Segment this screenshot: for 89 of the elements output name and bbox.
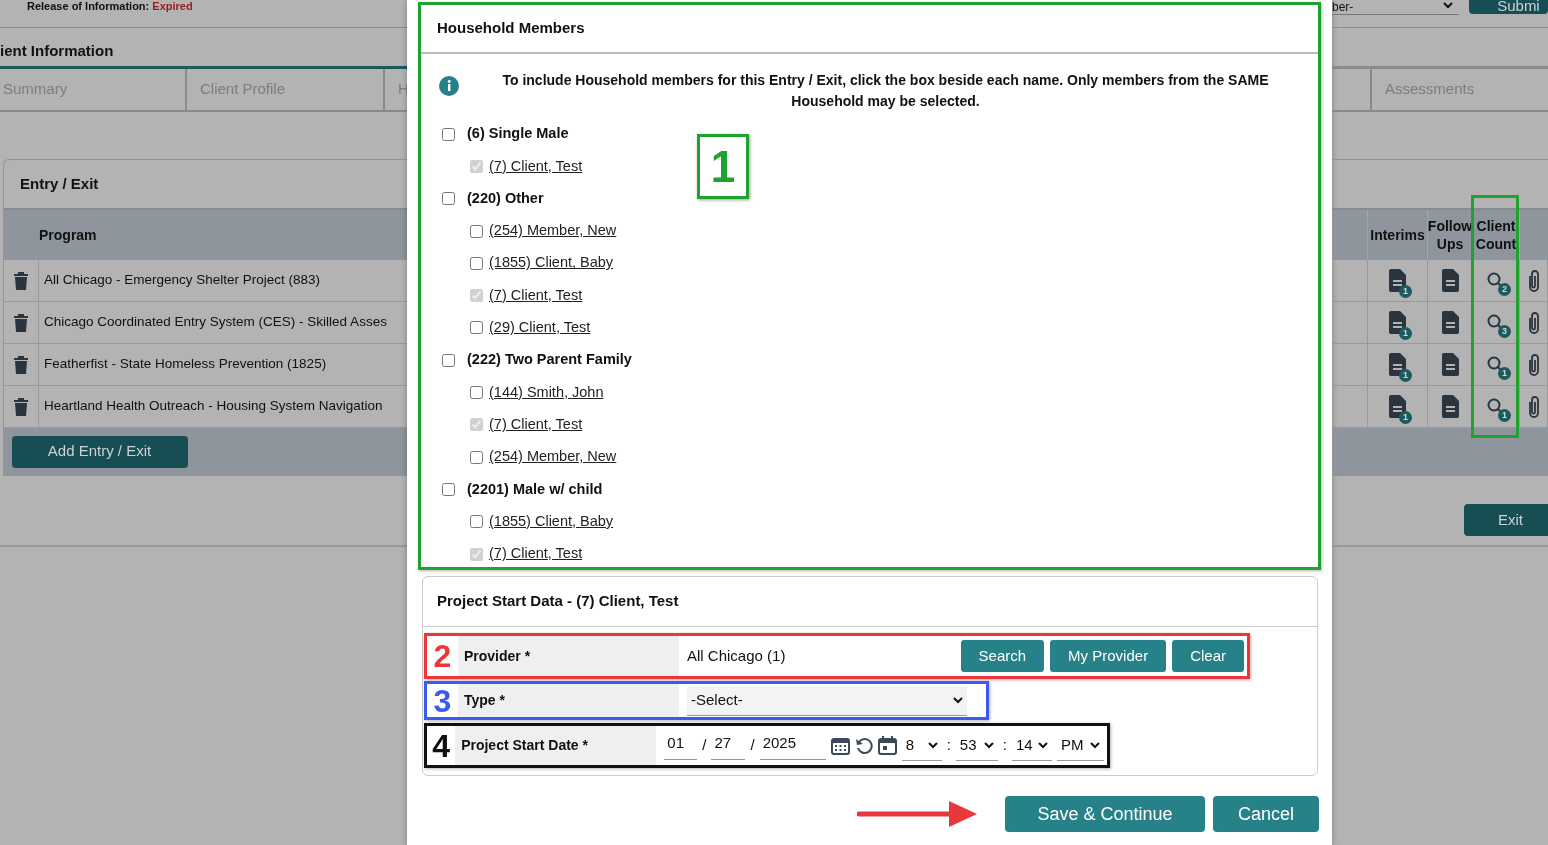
trash-icon[interactable]	[13, 312, 29, 333]
paperclip-icon[interactable]	[1526, 395, 1541, 418]
info-text: To include Household members for this Entry / Exit, click the box beside each name. Only members from the SAME Household may be selected.	[501, 71, 1270, 111]
document-icon[interactable]	[1441, 353, 1459, 376]
annotation-number: 2	[432, 637, 453, 676]
count-badge: 1	[1399, 327, 1412, 340]
calendar-icon[interactable]	[877, 736, 897, 755]
count-badge: 3	[1498, 324, 1511, 338]
provider-button[interactable]: Search	[960, 640, 1045, 672]
group-label: (2201) Male w/ child	[467, 479, 603, 499]
count-badge: 1	[1399, 369, 1412, 382]
release-status-text: Release of Information: Expired	[26, 0, 194, 13]
reset-icon[interactable]	[854, 736, 873, 755]
checkbox[interactable]	[442, 482, 455, 496]
count-badge: 1	[1498, 408, 1511, 422]
count-badge: 1	[1399, 411, 1412, 424]
field-label: Project Start Date *	[455, 726, 657, 765]
provider-button[interactable]: My Provider	[1050, 640, 1167, 672]
count-badge: 1	[1498, 366, 1511, 380]
caret-icon	[1443, 2, 1454, 9]
exit-button[interactable]: Exit	[1464, 504, 1548, 536]
caret-icon	[927, 741, 938, 749]
trash-icon[interactable]	[13, 354, 29, 375]
checkbox[interactable]	[470, 515, 483, 529]
type-select[interactable]: -Select-	[687, 685, 967, 716]
card-title: Project Start Data - (7) Client, Test	[423, 577, 1317, 627]
column-header: Client Count	[1474, 217, 1518, 253]
card-title: Household Members	[421, 5, 1318, 54]
table-cell-text: Featherfist - State Homeless Prevention (1825)	[43, 355, 327, 374]
annotation-number: 4	[431, 726, 451, 765]
count-badge: 2	[1498, 282, 1511, 296]
submit-button[interactable]: Submi	[1469, 0, 1548, 14]
paperclip-icon[interactable]	[1526, 269, 1541, 292]
caret-icon	[983, 741, 994, 749]
trash-icon[interactable]	[13, 396, 29, 417]
paperclip-icon[interactable]	[1526, 353, 1541, 376]
separator: /	[750, 735, 755, 756]
paperclip-icon[interactable]	[1526, 311, 1541, 334]
document-icon[interactable]	[1441, 269, 1459, 292]
document-icon[interactable]	[1389, 353, 1406, 376]
table-cell-text: Chicago Coordinated Entry System (CES) - Skilled Asses	[43, 313, 387, 332]
checkbox[interactable]	[470, 224, 483, 238]
caret-icon	[1038, 741, 1048, 749]
column-header: Follow Ups	[1427, 217, 1473, 253]
caret-icon	[1090, 741, 1100, 749]
provider-button[interactable]: Clear	[1172, 640, 1244, 672]
member-link[interactable]: (254) Member, New	[489, 446, 617, 468]
checkbox[interactable]	[470, 256, 483, 270]
checkbox[interactable]	[470, 450, 483, 464]
count-badge: 1	[1399, 285, 1412, 298]
separator: /	[702, 735, 707, 756]
footer-button[interactable]: Save & Continue	[1005, 796, 1205, 832]
field-label: Type *	[458, 684, 679, 717]
checkbox[interactable]	[442, 353, 455, 367]
table-cell-text: All Chicago - Emergency Shelter Project (883)	[43, 271, 321, 290]
trash-icon[interactable]	[13, 270, 29, 291]
checkbox[interactable]	[442, 127, 455, 141]
member-link[interactable]: (144) Smith, John	[489, 381, 604, 404]
member-link[interactable]: (1855) Client, Baby	[489, 510, 614, 533]
annotation-number: 3	[432, 684, 453, 717]
add-entry-exit-button[interactable]: Add Entry / Exit	[11, 435, 188, 468]
calendar-icon[interactable]	[830, 736, 850, 755]
column-header: Interims	[1370, 226, 1425, 244]
caret-icon	[953, 696, 963, 704]
document-icon[interactable]	[1441, 311, 1459, 334]
field-value: All Chicago (1)	[687, 645, 787, 666]
group-label: (222) Two Parent Family	[467, 350, 632, 370]
document-icon[interactable]	[1389, 311, 1406, 334]
separator: :	[1002, 735, 1007, 756]
separator: :	[946, 735, 951, 756]
field-label: Provider *	[458, 636, 679, 676]
member-link[interactable]: (1855) Client, Baby	[489, 252, 614, 275]
checkbox[interactable]	[442, 192, 455, 206]
member-link[interactable]: (29) Client, Test	[489, 317, 591, 339]
checkbox[interactable]	[470, 386, 483, 399]
document-icon[interactable]	[1441, 395, 1459, 418]
footer-button[interactable]: Cancel	[1213, 796, 1319, 832]
member-link[interactable]: (254) Member, New	[489, 220, 617, 242]
section-title: ient Information	[0, 28, 407, 69]
info-icon	[439, 76, 459, 96]
document-icon[interactable]	[1389, 269, 1406, 292]
group-label: (6) Single Male	[467, 124, 569, 144]
document-icon[interactable]	[1389, 395, 1406, 418]
table-cell-text: Heartland Health Outreach - Housing System Navigation	[43, 397, 383, 416]
column-header: Program	[39, 225, 97, 245]
member-select[interactable]: ber-	[1332, 0, 1460, 15]
checkbox[interactable]	[470, 321, 483, 335]
group-label: (220) Other	[467, 188, 544, 208]
annotation-number: 1	[697, 134, 749, 199]
